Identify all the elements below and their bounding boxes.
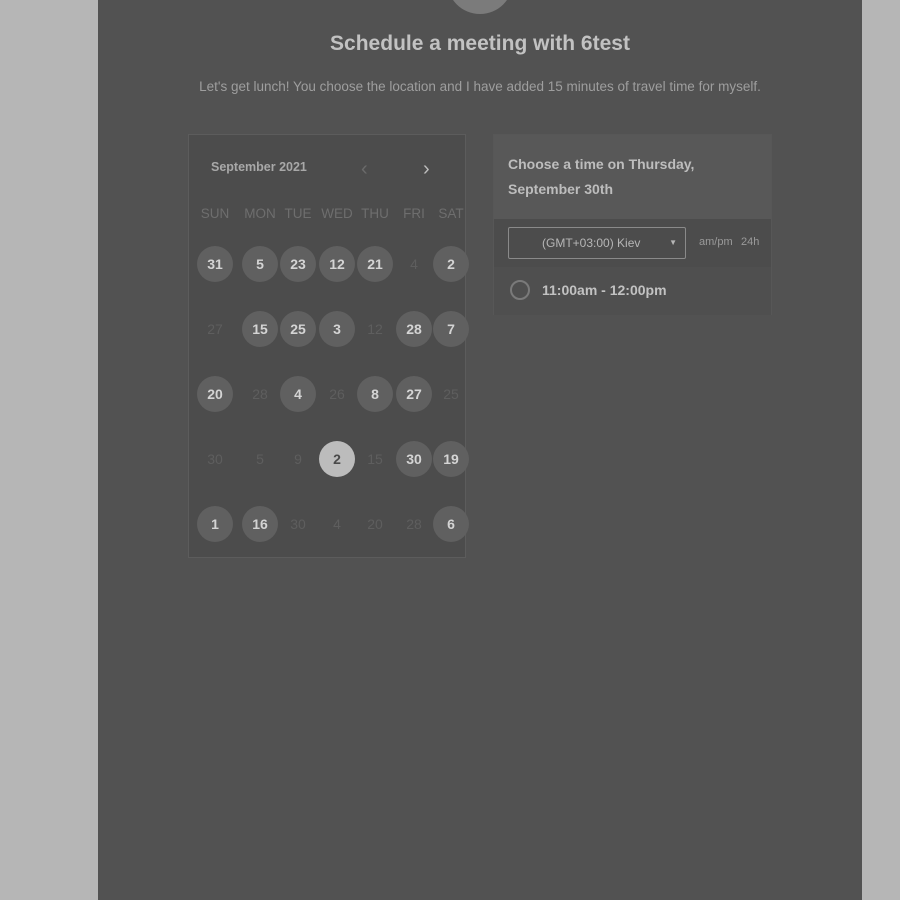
timezone-select[interactable]: (GMT+03:00) Kiev ▼ [508, 227, 686, 259]
available-day[interactable]: 1 [197, 506, 233, 542]
weekday-label: SAT [438, 206, 464, 221]
unavailable-day: 30 [290, 516, 306, 532]
available-day[interactable]: 31 [197, 246, 233, 282]
unavailable-day: 28 [252, 386, 268, 402]
time-slot-panel: Choose a time on Thursday, September 30t… [493, 134, 772, 315]
unavailable-day: 5 [256, 451, 264, 467]
unavailable-day: 9 [294, 451, 302, 467]
time-slot-header: Choose a time on Thursday, September 30t… [494, 135, 771, 219]
available-day[interactable]: 4 [280, 376, 316, 412]
meeting-description: Let's get lunch! You choose the location… [199, 79, 761, 94]
unavailable-day: 4 [410, 256, 418, 272]
available-day[interactable]: 21 [357, 246, 393, 282]
time-slot-option[interactable]: 11:00am - 12:00pm [494, 267, 771, 315]
timezone-value: (GMT+03:00) Kiev [542, 236, 641, 250]
weekday-label: TUE [284, 206, 312, 221]
weekday-label: FRI [403, 206, 425, 221]
unavailable-day: 28 [406, 516, 422, 532]
available-day[interactable]: 3 [319, 311, 355, 347]
radio-icon [510, 280, 530, 300]
unavailable-day: 15 [367, 451, 383, 467]
weekday-label: MON [244, 206, 276, 221]
available-day[interactable]: 6 [433, 506, 469, 542]
available-day[interactable]: 8 [357, 376, 393, 412]
unavailable-day: 27 [207, 321, 223, 337]
available-day[interactable]: 25 [280, 311, 316, 347]
available-day[interactable]: 16 [242, 506, 278, 542]
weekday-label: WED [321, 206, 353, 221]
weekday-label: THU [361, 206, 389, 221]
unavailable-day: 4 [333, 516, 341, 532]
weekday-label: SUN [200, 206, 230, 221]
available-day[interactable]: 20 [197, 376, 233, 412]
available-day[interactable]: 28 [396, 311, 432, 347]
available-day[interactable]: 30 [396, 441, 432, 477]
unavailable-day: 25 [443, 386, 459, 402]
available-day[interactable]: 12 [319, 246, 355, 282]
unavailable-day: 12 [367, 321, 383, 337]
format-24h-toggle[interactable]: 24h [741, 236, 759, 248]
available-day[interactable]: 27 [396, 376, 432, 412]
available-day[interactable]: 23 [280, 246, 316, 282]
chevron-down-icon: ▼ [669, 238, 677, 247]
unavailable-day: 26 [329, 386, 345, 402]
available-day[interactable]: 2 [433, 246, 469, 282]
available-day[interactable]: 7 [433, 311, 469, 347]
previous-month-icon[interactable]: ‹ [361, 159, 368, 179]
available-day[interactable]: 5 [242, 246, 278, 282]
month-label: September 2021 [211, 160, 307, 174]
date-picker-calendar: September 2021 ‹ › SUN MON TUE WED THU FRI SAT… [188, 134, 469, 558]
selected-day[interactable]: 2 [319, 441, 355, 477]
time-slot-heading: Choose a time on Thursday, September 30t… [508, 156, 695, 197]
unavailable-day: 20 [367, 516, 383, 532]
page-title: Schedule a meeting with 6test [330, 32, 630, 55]
next-month-icon[interactable]: › [423, 159, 430, 179]
available-day[interactable]: 15 [242, 311, 278, 347]
available-day[interactable]: 19 [433, 441, 469, 477]
time-slot-label: 11:00am - 12:00pm [542, 282, 667, 298]
format-ampm-toggle[interactable]: am/pm [699, 236, 733, 248]
unavailable-day: 30 [207, 451, 223, 467]
